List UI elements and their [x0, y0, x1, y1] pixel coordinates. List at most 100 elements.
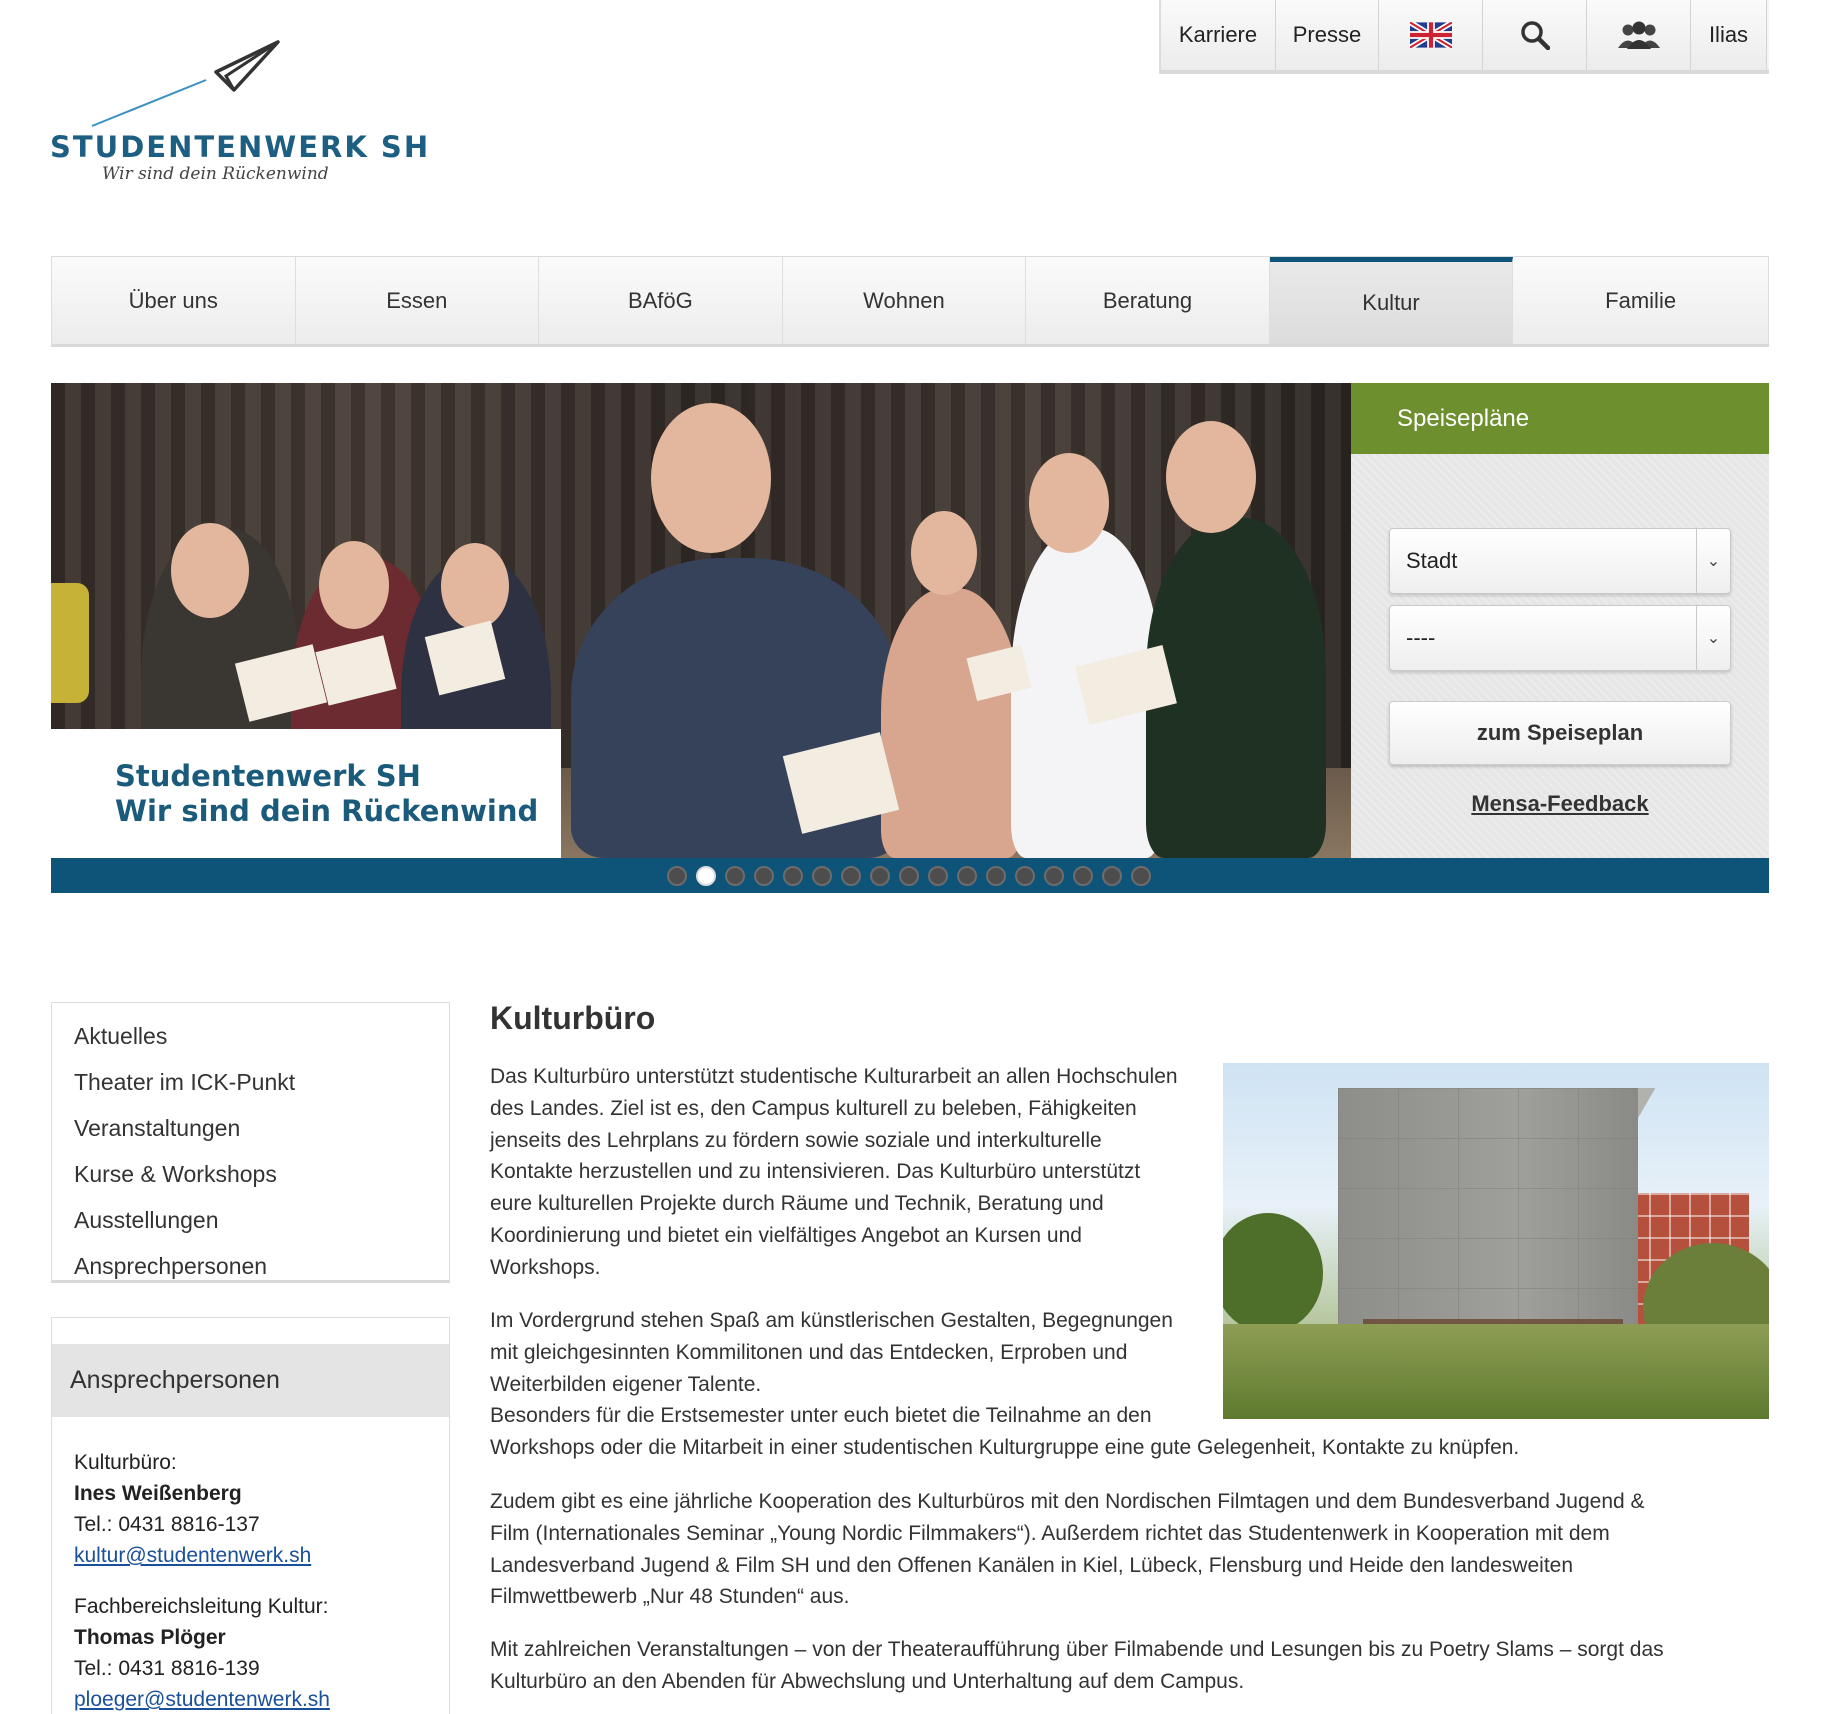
city-select-value: Stadt: [1406, 548, 1458, 573]
slider-dot[interactable]: [1015, 866, 1035, 886]
hero-performer-head: [1029, 453, 1109, 553]
hero-performer-head: [319, 541, 389, 629]
nav-item-essen[interactable]: Essen: [296, 257, 540, 344]
logo-wordmark: STUDENTENWERK SH: [50, 130, 431, 164]
sidebar-item-kurse-workshops[interactable]: Kurse & Workshops: [52, 1151, 449, 1197]
contact-box: Ansprechpersonen Kulturbüro: Ines Weißen…: [51, 1317, 450, 1714]
speiseplaene-title: Speisepläne: [1351, 383, 1769, 454]
sidebar-item-veranstaltungen[interactable]: Veranstaltungen: [52, 1105, 449, 1151]
logo-slogan: Wir sind dein Rückenwind: [102, 164, 329, 184]
hero-performer-head: [651, 403, 771, 553]
slider-dot[interactable]: [783, 866, 803, 886]
hero-chair: [51, 583, 89, 703]
content-paragraph-2: Im Vordergrund stehen Spaß am künstleris…: [490, 1305, 1519, 1464]
contact-role: Kulturbüro:: [74, 1451, 177, 1474]
mensa-select[interactable]: ---- ⌄: [1389, 605, 1731, 671]
hero-performer-head: [171, 523, 249, 618]
zum-speiseplan-button[interactable]: zum Speiseplan: [1389, 701, 1731, 765]
chevron-down-icon: ⌄: [1696, 606, 1730, 670]
text-line: Film (Internationales Seminar „Young Nor…: [490, 1521, 1610, 1545]
main-navigation: Über uns Essen BAföG Wohnen Beratung Kul…: [51, 256, 1769, 347]
text-line: mit gleichgesinnten Kommilitonen und das…: [490, 1340, 1128, 1364]
text-line: jenseits des Lehrplans zu fördern sowie …: [490, 1128, 1102, 1152]
text-line: Das Kulturbüro unterstützt studentische …: [490, 1065, 1178, 1088]
nav-item-beratung[interactable]: Beratung: [1026, 257, 1270, 344]
uk-flag-icon: [1409, 22, 1452, 48]
utility-bar: Karriere Presse Ilias: [1159, 0, 1769, 74]
contact-title: Ansprechpersonen: [52, 1344, 449, 1417]
slider-dot[interactable]: [957, 866, 977, 886]
slider-dot[interactable]: [870, 866, 890, 886]
sidebar-item-aktuelles[interactable]: Aktuelles: [52, 1013, 449, 1059]
search-icon: [1520, 21, 1550, 50]
hero-performer: [881, 588, 1021, 858]
login-button[interactable]: [1587, 0, 1691, 70]
contact-name: Thomas Plöger: [74, 1626, 226, 1649]
chevron-down-icon: ⌄: [1696, 529, 1730, 593]
text-line: Filmwettbewerb „Nur 48 Stunden“ aus.: [490, 1585, 850, 1609]
slider-dot[interactable]: [986, 866, 1006, 886]
slider-dot[interactable]: [754, 866, 774, 886]
text-line: Besonders für die Erstsemester unter euc…: [490, 1404, 1152, 1428]
contact-details: Kulturbüro: Ines Weißenberg Tel.: 0431 8…: [52, 1417, 449, 1714]
nav-item-familie[interactable]: Familie: [1513, 257, 1768, 344]
nav-item-kultur[interactable]: Kultur: [1269, 257, 1514, 344]
users-icon: [1617, 21, 1660, 49]
image-cube-grid: [1338, 1088, 1638, 1338]
contact-email-link[interactable]: kultur@studentenwerk.sh: [74, 1544, 311, 1567]
hero-performer-head: [1166, 421, 1256, 533]
hero-performer-head: [441, 543, 509, 629]
language-english-button[interactable]: [1379, 0, 1483, 70]
contact-role: Fachbereichsleitung Kultur:: [74, 1595, 329, 1618]
content-paragraph-3: Zudem gibt es eine jährliche Kooperation…: [490, 1486, 1645, 1613]
slider-dot[interactable]: [1073, 866, 1093, 886]
hero-caption-line1: Studentenwerk SH: [115, 759, 421, 793]
sidebar-item-ausstellungen[interactable]: Ausstellungen: [52, 1197, 449, 1243]
slider-dot[interactable]: [1102, 866, 1122, 886]
slider-dot[interactable]: [841, 866, 861, 886]
presse-link[interactable]: Presse: [1276, 0, 1379, 70]
text-line: Kontakte herzustellen und zu intensivier…: [490, 1160, 1141, 1184]
text-line: Im Vordergrund stehen Spaß am künstleris…: [490, 1309, 1173, 1332]
contact-phone: Tel.: 0431 8816-137: [74, 1513, 260, 1536]
speiseplaene-panel: Stadt ⌄ ---- ⌄ zum Speiseplan Mensa-Feed…: [1351, 454, 1769, 858]
site-logo[interactable]: STUDENTENWERK SH Wir sind dein Rückenwin…: [50, 38, 428, 188]
text-line: eure kulturellen Projekte durch Räume un…: [490, 1192, 1104, 1216]
paper-plane-icon: [91, 40, 280, 127]
karriere-link[interactable]: Karriere: [1161, 0, 1276, 70]
contact-phone: Tel.: 0431 8816-139: [74, 1657, 260, 1680]
slider-dot[interactable]: [928, 866, 948, 886]
sidebar-item-ansprechpersonen[interactable]: Ansprechpersonen: [52, 1243, 449, 1289]
slider-dot[interactable]: [899, 866, 919, 886]
nav-item-bafoeg[interactable]: BAföG: [539, 257, 783, 344]
text-line: Kulturbüro an den Abenden für Abwechslun…: [490, 1669, 1245, 1693]
slider-dots: [667, 866, 1151, 888]
slider-dot[interactable]: [1131, 866, 1151, 886]
text-line: des Landes. Ziel ist es, den Campus kult…: [490, 1096, 1137, 1120]
mensa-feedback-link[interactable]: Mensa-Feedback: [1389, 791, 1731, 817]
sidebar-navigation: Aktuelles Theater im ICK-Punkt Veranstal…: [51, 1002, 450, 1283]
contact-name: Ines Weißenberg: [74, 1482, 242, 1505]
search-button[interactable]: [1483, 0, 1587, 70]
hero-caption: Studentenwerk SH Wir sind dein Rückenwin…: [51, 729, 561, 874]
slider-dot[interactable]: [667, 866, 687, 886]
contact-email-link[interactable]: ploeger@studentenwerk.sh: [74, 1688, 330, 1711]
hero-performer-head: [911, 511, 977, 595]
slider-dot[interactable]: [725, 866, 745, 886]
text-line: Landesverband Jugend & Film SH und den O…: [490, 1553, 1574, 1577]
nav-item-ueber-uns[interactable]: Über uns: [52, 257, 296, 344]
text-line: Zudem gibt es eine jährliche Kooperation…: [490, 1490, 1645, 1513]
slider-dot[interactable]: [812, 866, 832, 886]
slider-dot[interactable]: [1044, 866, 1064, 886]
text-line: Weiterbilden eigener Talente.: [490, 1372, 762, 1396]
slider-dot-active[interactable]: [696, 866, 716, 886]
sidebar-item-theater[interactable]: Theater im ICK-Punkt: [52, 1059, 449, 1105]
text-line: Workshops oder die Mitarbeit in einer st…: [490, 1436, 1520, 1460]
city-select[interactable]: Stadt ⌄: [1389, 528, 1731, 594]
text-line: Mit zahlreichen Veranstaltungen – von de…: [490, 1638, 1664, 1661]
content-paragraph-1: Das Kulturbüro unterstützt studentische …: [490, 1061, 1178, 1284]
page-title: Kulturbüro: [490, 1000, 656, 1036]
nav-item-wohnen[interactable]: Wohnen: [783, 257, 1027, 344]
mensa-select-value: ----: [1406, 625, 1436, 650]
ilias-link[interactable]: Ilias: [1691, 0, 1767, 70]
